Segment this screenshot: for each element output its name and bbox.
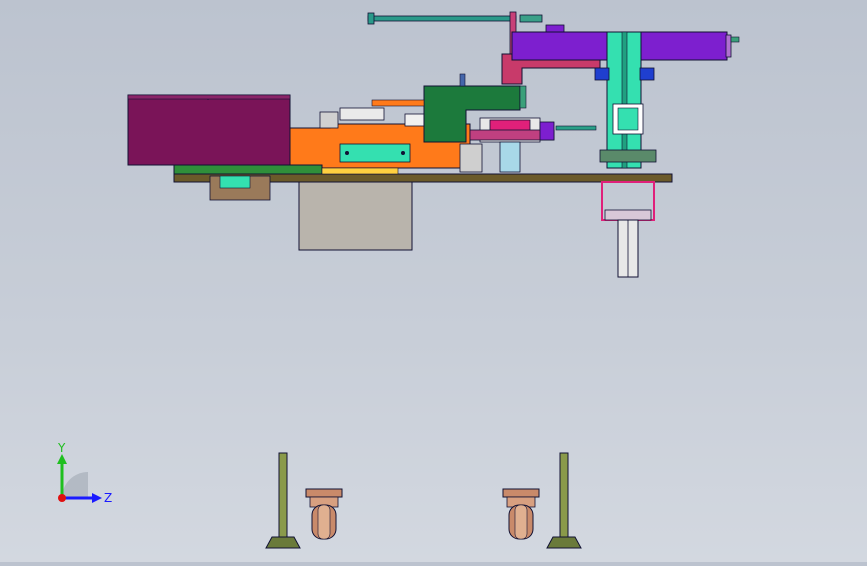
z-axis-label: Z bbox=[104, 491, 112, 505]
center-mechanism bbox=[459, 117, 597, 173]
leveling-foot-left bbox=[265, 452, 301, 549]
z-axis-arrow-icon bbox=[92, 493, 102, 503]
triad-shadow bbox=[62, 472, 88, 498]
main-frame bbox=[173, 164, 673, 201]
coordinate-triad: Y Z bbox=[57, 441, 112, 505]
y-axis-arrow-icon bbox=[57, 454, 67, 464]
assembly-drawing[interactable] bbox=[0, 0, 867, 562]
leveling-foot-right bbox=[546, 452, 582, 549]
cad-viewport[interactable]: Y Z bbox=[0, 0, 867, 562]
right-cylinder bbox=[601, 181, 655, 278]
y-axis-label: Y bbox=[57, 441, 66, 455]
grey-block bbox=[298, 181, 413, 251]
caster-left bbox=[305, 488, 343, 540]
caster-right bbox=[502, 488, 540, 540]
left-purple-box bbox=[127, 94, 291, 166]
x-axis-dot-icon bbox=[58, 494, 66, 502]
